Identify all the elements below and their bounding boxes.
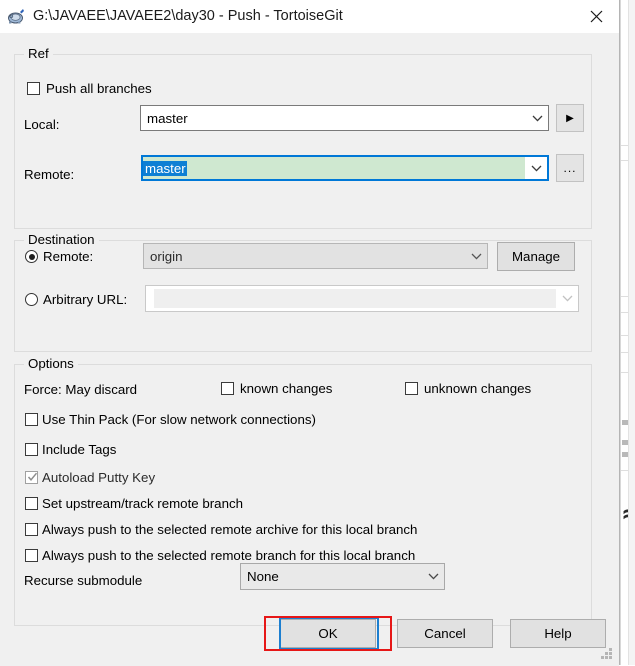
use-thin-pack-label: Use Thin Pack (For slow network connecti… (42, 412, 316, 427)
always-push-remote-archive-label: Always push to the selected remote archi… (42, 522, 418, 537)
force-known-changes-checkbox[interactable] (221, 382, 234, 395)
destination-arbitrary-url-radio[interactable] (25, 293, 38, 306)
help-button[interactable]: Help (510, 619, 606, 648)
remote-branch-value-wrap: master (143, 157, 525, 179)
remote-branch-selected-text: master (143, 160, 187, 176)
force-label: Force: May discard (24, 382, 138, 397)
chevron-down-icon (465, 253, 487, 260)
push-all-branches-checkbox[interactable] (27, 82, 40, 95)
force-unknown-changes-checkbox[interactable] (405, 382, 418, 395)
ok-button[interactable]: OK (280, 619, 376, 648)
set-upstream-label: Set upstream/track remote branch (42, 496, 244, 511)
local-branch-combobox[interactable]: master (140, 105, 549, 131)
checkmark-icon (27, 470, 38, 483)
always-push-remote-branch-checkbox[interactable] (25, 549, 38, 562)
local-branch-arrow-button[interactable]: ▶ (556, 104, 584, 132)
help-button-label: Help (544, 626, 572, 641)
remote-branch-browse-button[interactable]: ... (556, 154, 584, 182)
autoload-putty-key-checkbox[interactable] (25, 471, 38, 484)
close-icon[interactable] (573, 0, 619, 32)
destination-group-title: Destination (24, 232, 99, 247)
include-tags-checkbox[interactable] (25, 443, 38, 456)
force-unknown-changes-label: unknown changes (424, 381, 532, 396)
chevron-down-icon (526, 115, 548, 122)
destination-remote-label: Remote: (43, 249, 94, 264)
chevron-down-icon (525, 165, 547, 172)
cancel-button[interactable]: Cancel (397, 619, 493, 648)
cancel-button-label: Cancel (424, 626, 466, 641)
title-bar: G:\JAVAEE\JAVAEE2\day30 - Push - Tortois… (0, 0, 619, 34)
always-push-remote-branch-label: Always push to the selected remote branc… (42, 548, 416, 563)
ellipsis-icon: ... (563, 161, 577, 175)
dialog-client-area: Ref Push all branches Local: master ▶ Re… (0, 34, 619, 666)
chevron-down-icon (556, 295, 578, 302)
destination-remote-radio[interactable] (25, 250, 38, 263)
push-all-branches-label: Push all branches (46, 81, 152, 96)
recurse-submodule-label: Recurse submodule (24, 573, 143, 588)
chevron-down-icon (422, 573, 444, 580)
manage-button-label: Manage (511, 249, 561, 264)
use-thin-pack-checkbox[interactable] (25, 413, 38, 426)
local-label: Local: (24, 117, 60, 132)
set-upstream-checkbox[interactable] (25, 497, 38, 510)
local-branch-value: master (147, 110, 188, 126)
arbitrary-url-value (154, 289, 556, 308)
autoload-putty-key-label: Autoload Putty Key (42, 470, 156, 485)
destination-remote-value: origin (150, 248, 183, 264)
window-title: G:\JAVAEE\JAVAEE2\day30 - Push - Tortois… (33, 8, 343, 24)
force-known-changes-label: known changes (240, 381, 333, 396)
resize-grip[interactable] (600, 648, 613, 661)
recurse-submodule-value: None (247, 569, 279, 584)
remote-branch-combobox[interactable]: master (141, 155, 549, 181)
manage-button[interactable]: Manage (497, 242, 575, 271)
ref-group-title: Ref (24, 46, 53, 61)
tortoisegit-turtle-icon (7, 7, 26, 26)
arbitrary-url-combobox[interactable] (145, 285, 579, 312)
destination-arbitrary-url-label: Arbitrary URL: (43, 292, 128, 307)
options-group-title: Options (24, 356, 78, 371)
include-tags-label: Include Tags (42, 442, 117, 457)
always-push-remote-archive-checkbox[interactable] (25, 523, 38, 536)
ok-button-label: OK (318, 626, 338, 641)
destination-remote-combobox[interactable]: origin (143, 243, 488, 269)
remote-ref-label: Remote: (24, 167, 75, 182)
push-dialog: G:\JAVAEE\JAVAEE2\day30 - Push - Tortois… (0, 0, 620, 666)
play-arrow-icon: ▶ (566, 112, 574, 124)
recurse-submodule-combobox[interactable]: None (240, 563, 445, 590)
radio-dot (28, 253, 35, 260)
background-column (628, 0, 635, 665)
